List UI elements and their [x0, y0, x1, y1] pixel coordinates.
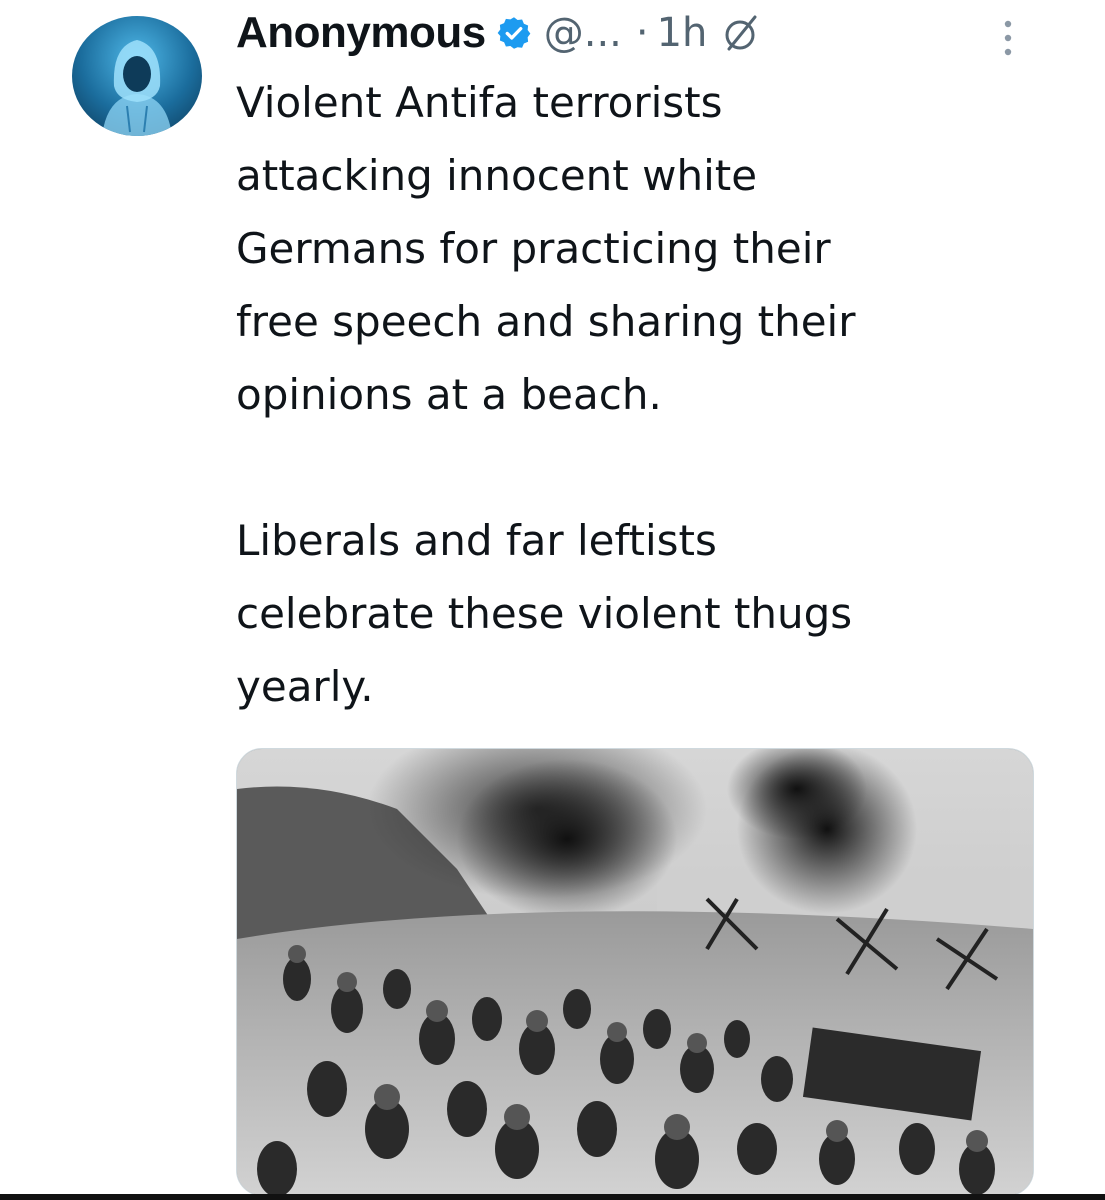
verified-badge-icon [497, 17, 531, 49]
author-handle[interactable]: @... [544, 10, 622, 56]
timestamp[interactable]: 1h [657, 10, 708, 56]
slash-circle-icon[interactable] [721, 13, 761, 53]
tweet-text: Violent Antifa terrorists attacking inno… [236, 78, 856, 711]
tweet-media-photo[interactable] [236, 748, 1034, 1196]
tweet-header: Anonymous @... · 1h [236, 4, 1036, 62]
more-vertical-icon[interactable] [998, 16, 1018, 60]
war-photo-image [237, 749, 1033, 1195]
bottom-edge-bar [0, 1194, 1105, 1200]
header-separator: · [635, 10, 649, 56]
hooded-figure-avatar-icon [102, 40, 172, 136]
avatar[interactable] [72, 16, 202, 136]
author-name[interactable]: Anonymous [236, 8, 486, 58]
